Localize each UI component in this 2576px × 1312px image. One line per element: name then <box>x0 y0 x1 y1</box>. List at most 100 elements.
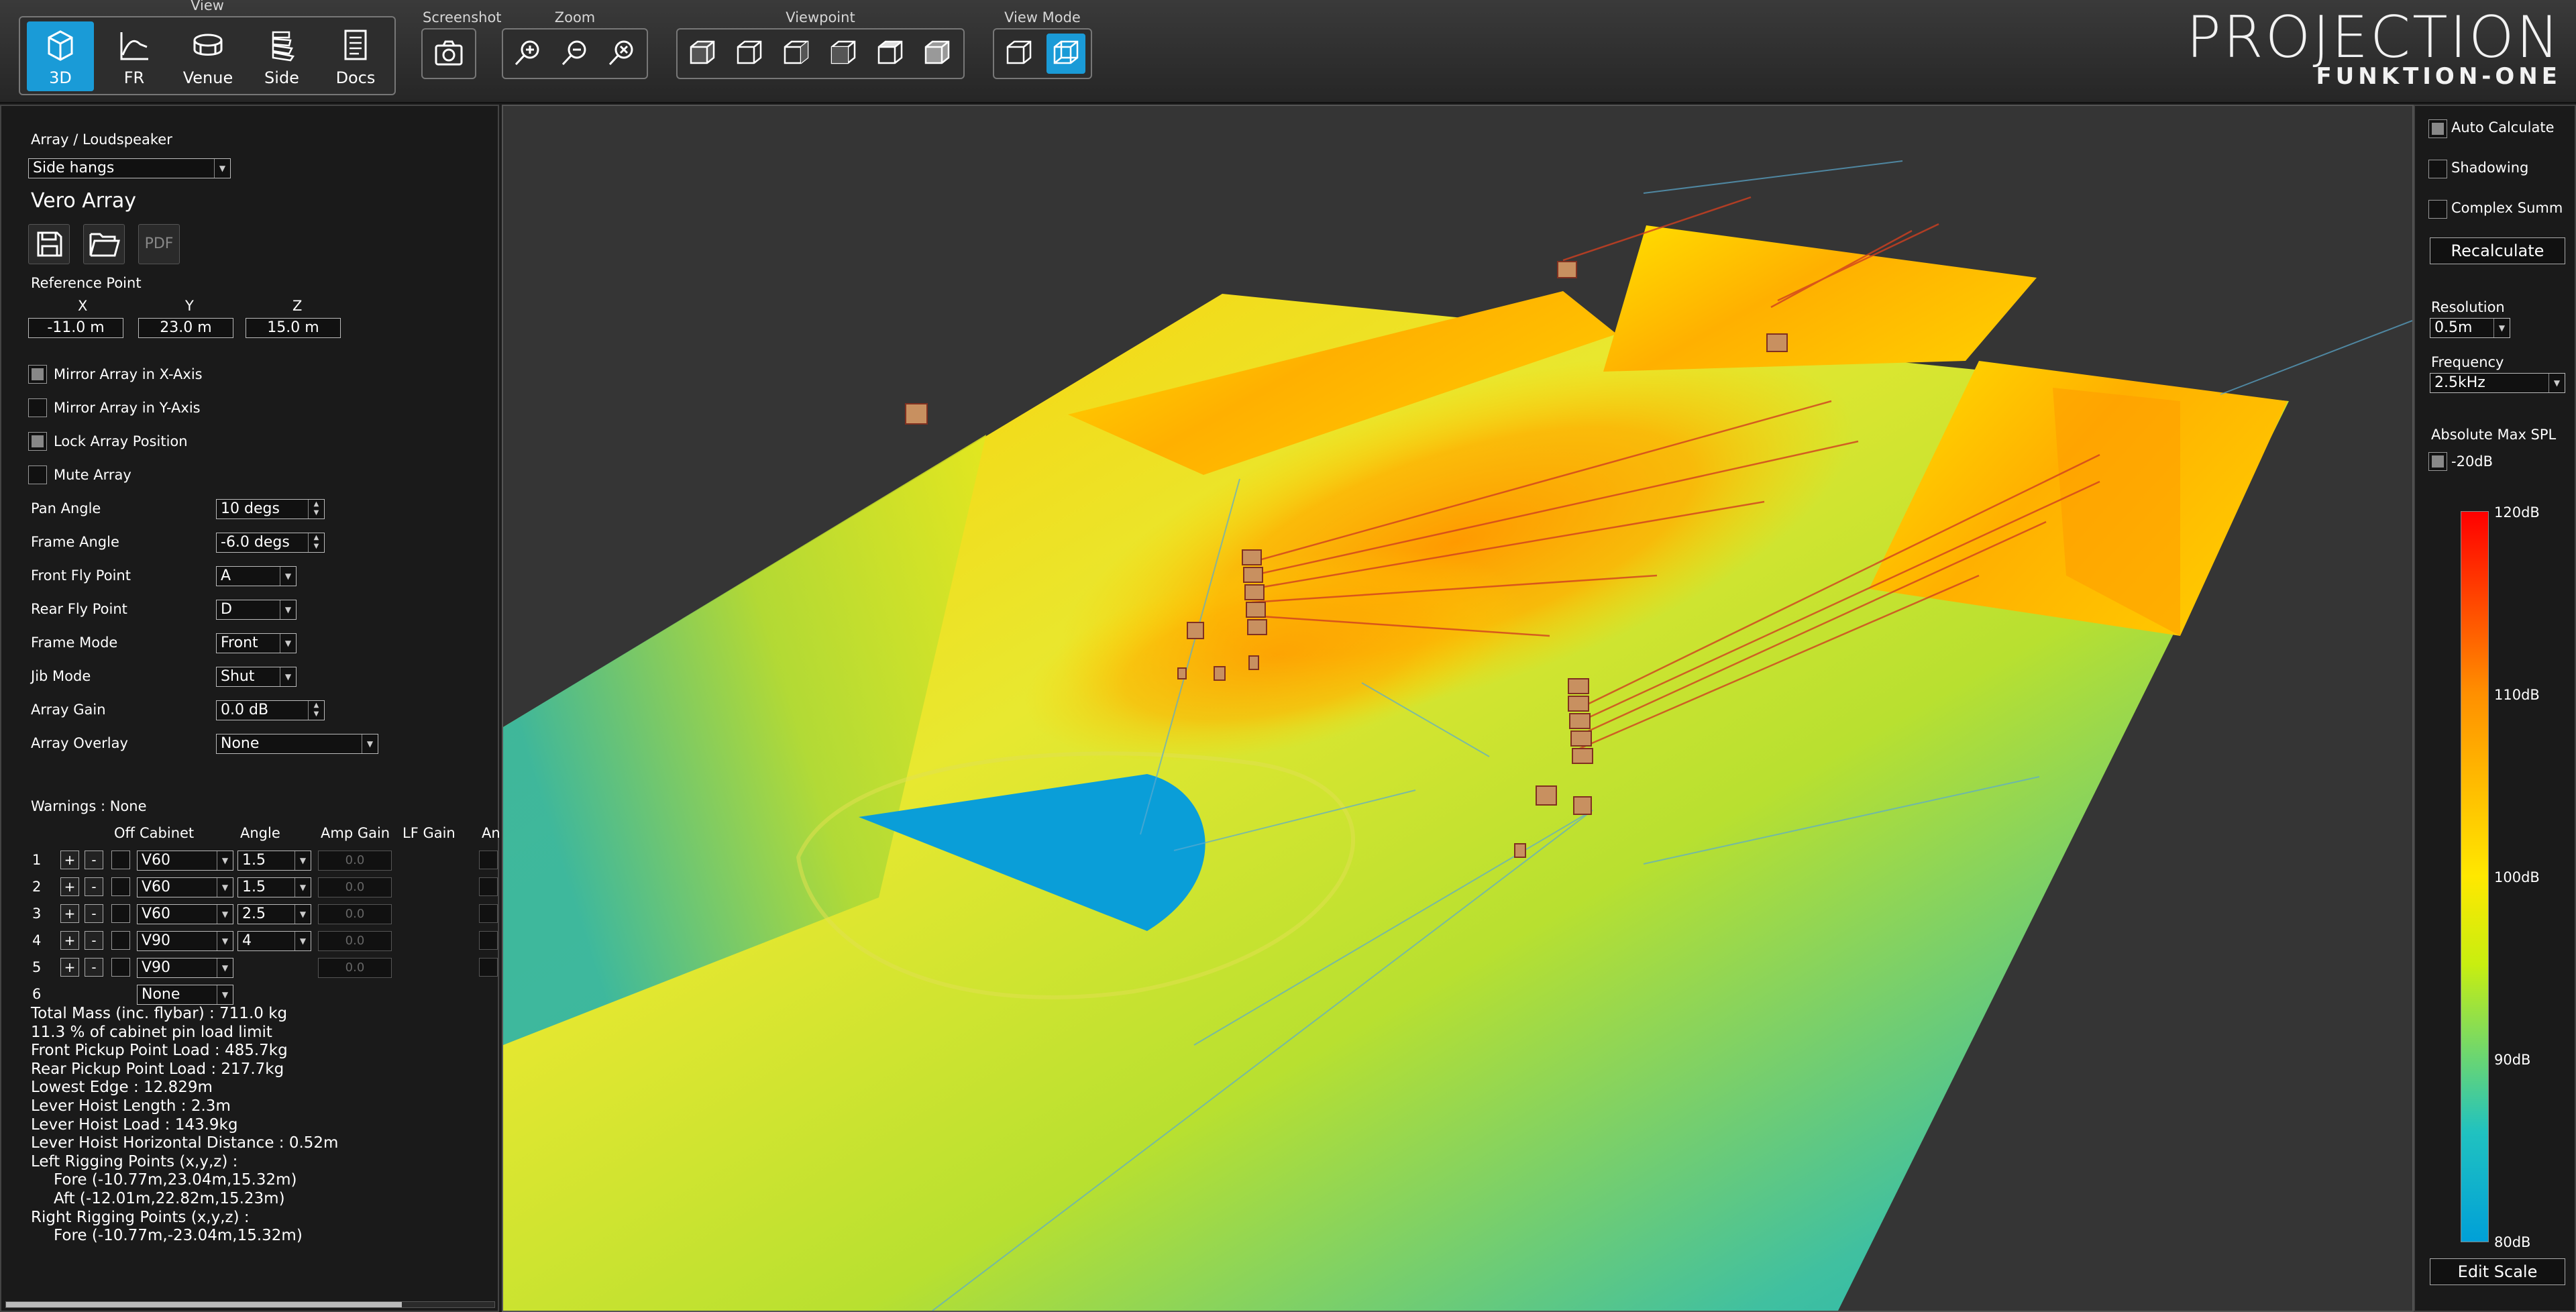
add-cabinet-button[interactable]: + <box>60 904 79 923</box>
cabinet-off-checkbox[interactable] <box>111 877 130 896</box>
array-overlay-select[interactable]: None ▼ <box>216 734 378 754</box>
pdf-button[interactable]: PDF <box>138 224 180 264</box>
reference-z-input[interactable]: 15.0 m <box>246 318 341 338</box>
cabinet-select[interactable]: V60 ▼ <box>137 877 233 897</box>
remove-cabinet-button[interactable]: - <box>85 958 103 977</box>
auto-calculate-checkbox[interactable] <box>2428 119 2447 138</box>
extra-column-field[interactable] <box>479 904 498 923</box>
absolute-max-spl-checkbox[interactable] <box>2428 452 2447 471</box>
add-cabinet-button[interactable]: + <box>60 931 79 950</box>
angle-select[interactable]: 1.5 ▼ <box>237 851 311 871</box>
mirror-y-checkbox[interactable] <box>28 398 47 417</box>
lock-array-checkbox[interactable] <box>28 432 47 451</box>
extra-column-field[interactable] <box>479 931 498 950</box>
remove-cabinet-button[interactable]: - <box>85 877 103 896</box>
cabinet-select[interactable]: None ▼ <box>137 985 233 1005</box>
cabinet-off-checkbox[interactable] <box>111 958 130 977</box>
rear-fly-point-value: D <box>221 601 232 618</box>
view-docs-label: Docs <box>335 68 376 87</box>
pdf-label: PDF <box>144 235 174 252</box>
frame-angle-input[interactable]: -6.0 degs ▲ ▼ <box>216 533 325 553</box>
view-docs-button[interactable]: Docs <box>322 21 389 91</box>
angle-select[interactable]: 2.5 ▼ <box>237 904 311 924</box>
3d-viewport[interactable] <box>502 105 2414 1312</box>
array-select[interactable]: Side hangs ▼ <box>28 158 231 178</box>
reference-x-input[interactable]: -11.0 m <box>28 318 123 338</box>
mirror-x-checkbox[interactable] <box>28 365 47 384</box>
viewpoint-right-button[interactable] <box>824 34 863 74</box>
viewpoint-back-button[interactable] <box>730 34 769 74</box>
mute-array-checkbox[interactable] <box>28 466 47 484</box>
cabinet-select[interactable]: V60 ▼ <box>137 851 233 871</box>
add-cabinet-button[interactable]: + <box>60 958 79 977</box>
angle-select[interactable]: 1.5 ▼ <box>237 877 311 897</box>
front-fly-point-select[interactable]: A ▼ <box>216 566 297 586</box>
wireframe-mode-button[interactable] <box>1046 34 1085 74</box>
cabinet-off-checkbox[interactable] <box>111 851 130 869</box>
amp-gain-input[interactable]: 0.0 <box>318 851 392 871</box>
cabinet-off-checkbox[interactable] <box>111 931 130 950</box>
solid-mode-button[interactable] <box>1000 34 1038 74</box>
add-cabinet-button[interactable]: + <box>60 851 79 869</box>
cabinet-off-checkbox[interactable] <box>111 904 130 923</box>
viewpoint-front-icon <box>690 40 715 64</box>
complex-summ-label: Complex Summ <box>2451 200 2563 216</box>
viewpoint-left-button[interactable] <box>777 34 816 74</box>
row-number: 2 <box>32 879 42 895</box>
save-button[interactable] <box>28 224 70 264</box>
reference-y-input[interactable]: 23.0 m <box>138 318 233 338</box>
cube-icon <box>48 30 73 61</box>
horizontal-scrollbar[interactable] <box>5 1301 495 1308</box>
cabinet-select[interactable]: V60 ▼ <box>137 904 233 924</box>
zoom-reset-button[interactable] <box>602 34 641 74</box>
array-gain-label: Array Gain <box>31 702 106 718</box>
screenshot-button[interactable] <box>429 34 468 74</box>
view-venue-button[interactable]: Venue <box>174 21 241 91</box>
angle-select[interactable]: 4 ▼ <box>237 931 311 951</box>
open-button[interactable] <box>83 224 125 264</box>
cabinet-select[interactable]: V90 ▼ <box>137 931 233 951</box>
array-gain-input[interactable]: 0.0 dB ▲ ▼ <box>216 700 325 720</box>
complex-summ-checkbox[interactable] <box>2428 200 2447 219</box>
chevron-down-icon: ▼ <box>217 959 233 977</box>
amp-gain-input[interactable]: 0.0 <box>318 958 392 978</box>
add-cabinet-button[interactable]: + <box>60 877 79 896</box>
angle-value: 4 <box>242 932 252 949</box>
extra-column-field[interactable] <box>479 877 498 896</box>
cabinet-select[interactable]: V90 ▼ <box>137 958 233 978</box>
remove-cabinet-button[interactable]: - <box>85 851 103 869</box>
chevron-down-icon: ▼ <box>2548 374 2565 392</box>
viewpoint-iso-button[interactable] <box>918 34 957 74</box>
view-side-button[interactable]: Side <box>248 21 315 91</box>
extra-column-field[interactable] <box>479 851 498 869</box>
viewpoint-front-button[interactable] <box>683 34 722 74</box>
edit-scale-button[interactable]: Edit Scale <box>2430 1258 2565 1285</box>
chevron-down-icon: ▼ <box>294 905 311 924</box>
zoom-in-button[interactable] <box>508 34 547 74</box>
rear-fly-point-select[interactable]: D ▼ <box>216 600 297 620</box>
view-3d-button[interactable]: 3D <box>27 21 94 91</box>
pan-angle-input[interactable]: 10 degs ▲ ▼ <box>216 499 325 519</box>
amp-gain-input[interactable]: 0.0 <box>318 877 392 897</box>
spl-coverage-render[interactable] <box>503 106 2412 1311</box>
stat-left-aft: Aft (-12.01m,22.82m,15.23m) <box>54 1189 285 1207</box>
shadowing-checkbox[interactable] <box>2428 160 2447 178</box>
jib-mode-select[interactable]: Shut ▼ <box>216 667 297 687</box>
amp-gain-input[interactable]: 0.0 <box>318 931 392 951</box>
array-select-value: Side hangs <box>33 160 115 176</box>
resolution-select[interactable]: 0.5m ▼ <box>2430 318 2510 338</box>
viewpoint-top-button[interactable] <box>871 34 910 74</box>
frame-mode-select[interactable]: Front ▼ <box>216 633 297 653</box>
amp-gain-input[interactable]: 0.0 <box>318 904 392 924</box>
frequency-select[interactable]: 2.5kHz ▼ <box>2430 373 2565 393</box>
scrollbar-thumb[interactable] <box>6 1302 402 1307</box>
view-fr-button[interactable]: FR <box>101 21 168 91</box>
scale-label-110: 110dB <box>2494 687 2540 703</box>
y-axis-label: Y <box>185 298 194 314</box>
extra-column-field[interactable] <box>479 958 498 977</box>
recalculate-button[interactable]: Recalculate <box>2430 237 2565 264</box>
zoom-out-button[interactable] <box>555 34 594 74</box>
zoom-group-label: Zoom <box>554 9 596 25</box>
remove-cabinet-button[interactable]: - <box>85 931 103 950</box>
remove-cabinet-button[interactable]: - <box>85 904 103 923</box>
